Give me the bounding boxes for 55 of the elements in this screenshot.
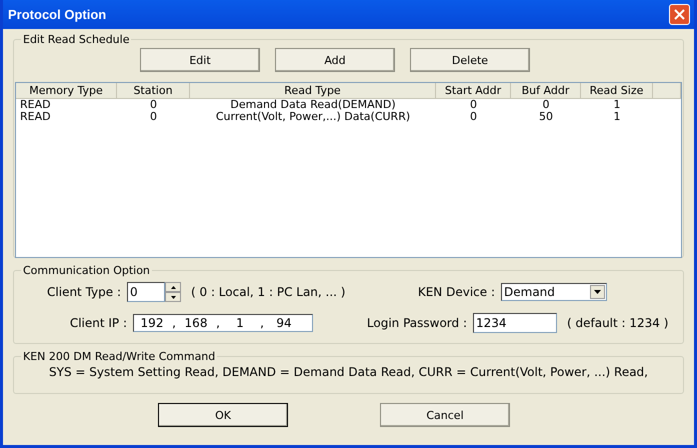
dropdown-value: Demand (504, 285, 555, 299)
table-cell-text: 50 (538, 111, 554, 123)
field-label: KEN Device : (416, 285, 496, 299)
dialog-button[interactable]: OK (158, 403, 288, 427)
column-header[interactable]: Buf Addr (511, 83, 581, 99)
table-cell-text: Current(Volt, Power,...) Data(CURR) (214, 111, 412, 123)
hint-text: ( 0 : Local, 1 : PC Lan, ... ) (191, 285, 346, 299)
caret-icon (594, 290, 601, 294)
table-cell-text: 0 (149, 99, 158, 111)
ip-octet: 192 (140, 316, 164, 330)
column-header[interactable]: Start Addr (436, 83, 511, 99)
column-header[interactable]: Read Type (190, 83, 436, 99)
group-label: KEN 200 DM Read/Write Command (22, 350, 216, 363)
table-cell-text: 1 (612, 111, 622, 123)
toolbar-button[interactable]: Add (275, 48, 395, 72)
column-header[interactable]: Station (117, 83, 190, 99)
up-arrow-icon (170, 286, 176, 288)
ip-separator: , (215, 316, 221, 330)
ip-octet: 1 (235, 316, 245, 330)
field-label: Client Type : (46, 285, 122, 299)
group-label: Edit Read Schedule (22, 33, 130, 46)
ip-octet: 94 (275, 316, 293, 330)
field-label: Client IP : (68, 316, 128, 330)
dialog-button[interactable]: Cancel (380, 403, 510, 427)
table-cell-text: Demand Data Read(DEMAND) (229, 99, 397, 111)
ip-octet: 168 (184, 316, 208, 330)
table-cell-text: READ (19, 99, 52, 111)
down-arrow-icon (170, 296, 176, 298)
client-type-field[interactable]: 0 (127, 282, 165, 302)
table-cell-text: 0 (149, 111, 158, 123)
toolbar-button[interactable]: Delete (410, 48, 530, 72)
schedule-list[interactable]: Memory Type Station Read Type Start Addr Buf Addr Read Size READ 0 Demand Data Read(DEMAND) 0 0 1 READ 0 Current(Volt, Power,...) Data(CURR) 0 50 1 (15, 82, 682, 258)
password-field[interactable]: 1234 (473, 313, 557, 333)
close-button[interactable] (669, 4, 690, 25)
table-cell-text: 0 (469, 111, 478, 123)
command-description: SYS = System Setting Read, DEMAND = Demand Data Read, CURR = Current(Volt, Power, ...) Read, (48, 365, 649, 379)
table-cell-text: 0 (542, 99, 550, 111)
ken-device-dropdown[interactable]: Demand (501, 283, 607, 301)
dropdown-button[interactable] (590, 285, 605, 299)
field-label: Login Password : (366, 316, 468, 330)
toolbar-button[interactable]: Edit (140, 48, 260, 72)
hint-text: ( default : 1234 ) (567, 316, 668, 330)
window-title: Protocol Option (8, 7, 106, 22)
spin-down-button[interactable] (165, 292, 181, 302)
ip-address-field[interactable]: 192 , 168 , 1 , 94 (133, 314, 313, 332)
close-icon (674, 9, 685, 20)
table-cell-text: 1 (612, 99, 622, 111)
table-cell-text: READ (19, 111, 52, 123)
ip-separator: , (171, 316, 177, 330)
spin-up-button[interactable] (165, 282, 181, 292)
column-header[interactable]: Memory Type (16, 83, 117, 99)
group-label: Communication Option (22, 264, 151, 277)
column-header[interactable]: Read Size (581, 83, 653, 99)
ip-separator: , (259, 316, 265, 330)
table-cell-text: 0 (469, 99, 478, 111)
